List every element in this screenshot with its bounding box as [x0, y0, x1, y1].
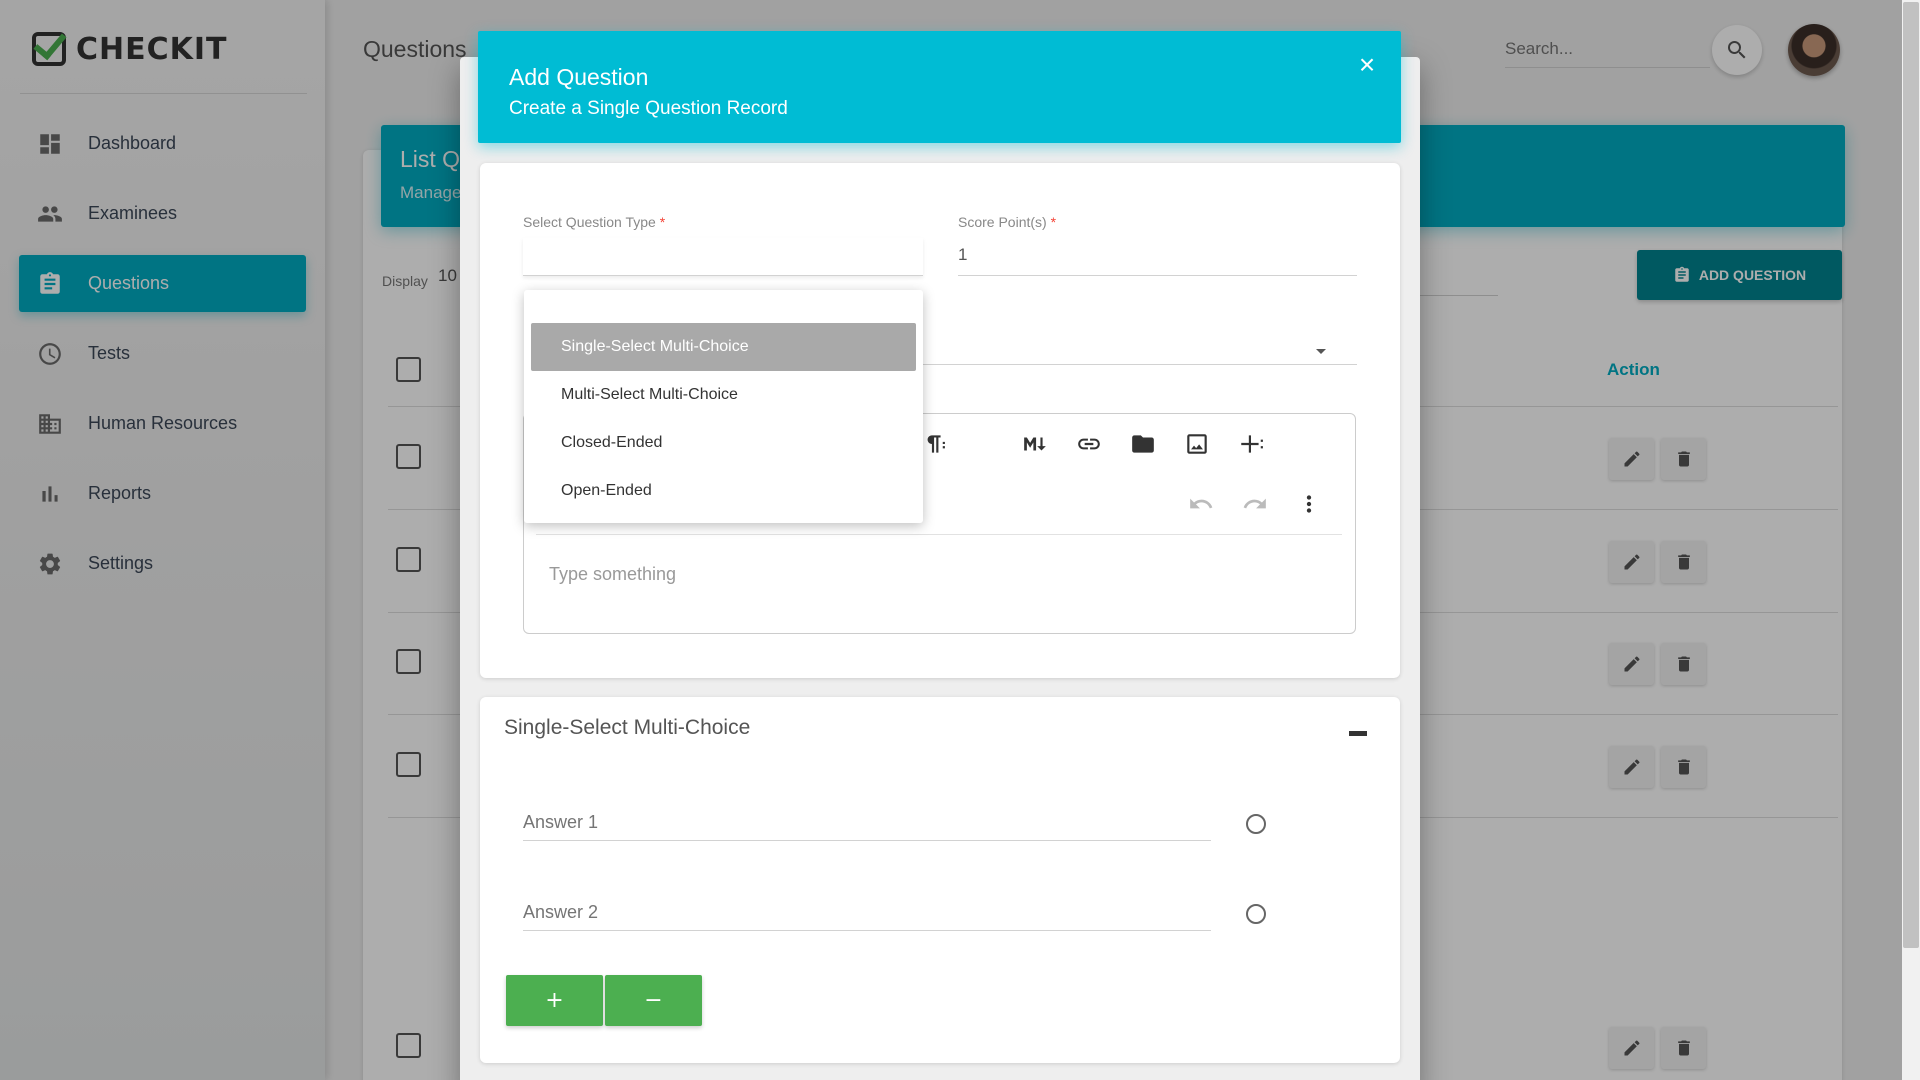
option-multi-select-multi-choice[interactable]: Multi-Select Multi-Choice	[531, 371, 916, 419]
answer-1-correct-radio[interactable]	[1246, 814, 1266, 834]
markdown-button[interactable]	[1008, 424, 1062, 464]
secondary-select[interactable]	[923, 364, 1357, 365]
question-type-label-text: Select Question Type	[523, 214, 656, 230]
chevron-down-icon	[1316, 349, 1326, 354]
editor-content-area[interactable]: Type something	[549, 564, 676, 585]
modal-subtitle: Create a Single Question Record	[509, 98, 788, 119]
more-vertical-icon	[1306, 495, 1312, 513]
collapse-icon[interactable]	[1349, 731, 1367, 736]
required-mark: *	[1050, 214, 1057, 230]
plus-more-icon	[1241, 435, 1263, 453]
score-points-underline	[958, 275, 1357, 276]
insert-image-button[interactable]	[1170, 424, 1224, 464]
question-type-dropdown: Single-Select Multi-Choice Multi-Select …	[524, 290, 923, 523]
more-options-button[interactable]	[1282, 484, 1336, 524]
redo-icon	[1243, 498, 1266, 509]
question-type-select[interactable]	[523, 238, 923, 276]
link-icon	[1078, 438, 1100, 450]
editor-toolbar-secondary	[1174, 484, 1336, 524]
question-type-label: Select Question Type *	[523, 214, 665, 230]
score-points-label: Score Point(s) *	[958, 214, 1056, 230]
insert-link-button[interactable]	[1062, 424, 1116, 464]
insert-more-button[interactable]	[1224, 424, 1278, 464]
markdown-icon	[1024, 437, 1046, 451]
required-mark: *	[659, 214, 666, 230]
add-answer-button[interactable]: +	[506, 975, 603, 1026]
answer-2-correct-radio[interactable]	[1246, 904, 1266, 924]
modal-title: Add Question	[509, 64, 649, 90]
score-points-label-text: Score Point(s)	[958, 214, 1047, 230]
option-open-ended[interactable]: Open-Ended	[531, 467, 916, 515]
answer-2-input[interactable]	[523, 895, 1211, 931]
answers-section-title: Single-Select Multi-Choice	[504, 716, 751, 739]
option-single-select-multi-choice[interactable]: Single-Select Multi-Choice	[531, 323, 916, 371]
remove-answer-button[interactable]: −	[605, 975, 702, 1026]
editor-toolbar	[898, 424, 1278, 464]
answer-1-input[interactable]	[523, 805, 1211, 841]
undo-button[interactable]	[1174, 484, 1228, 524]
option-closed-ended[interactable]: Closed-Ended	[531, 419, 916, 467]
insert-file-button[interactable]	[1116, 424, 1170, 464]
undo-icon	[1190, 498, 1213, 509]
redo-button[interactable]	[1228, 484, 1282, 524]
paragraph-icon	[927, 435, 945, 453]
editor-divider	[536, 534, 1342, 535]
folder-icon	[1132, 435, 1154, 453]
image-icon	[1187, 434, 1207, 454]
page-scrollbar-thumb[interactable]	[1903, 2, 1919, 948]
score-points-input[interactable]: 1	[958, 245, 967, 265]
close-icon[interactable]: ×	[1355, 51, 1379, 79]
